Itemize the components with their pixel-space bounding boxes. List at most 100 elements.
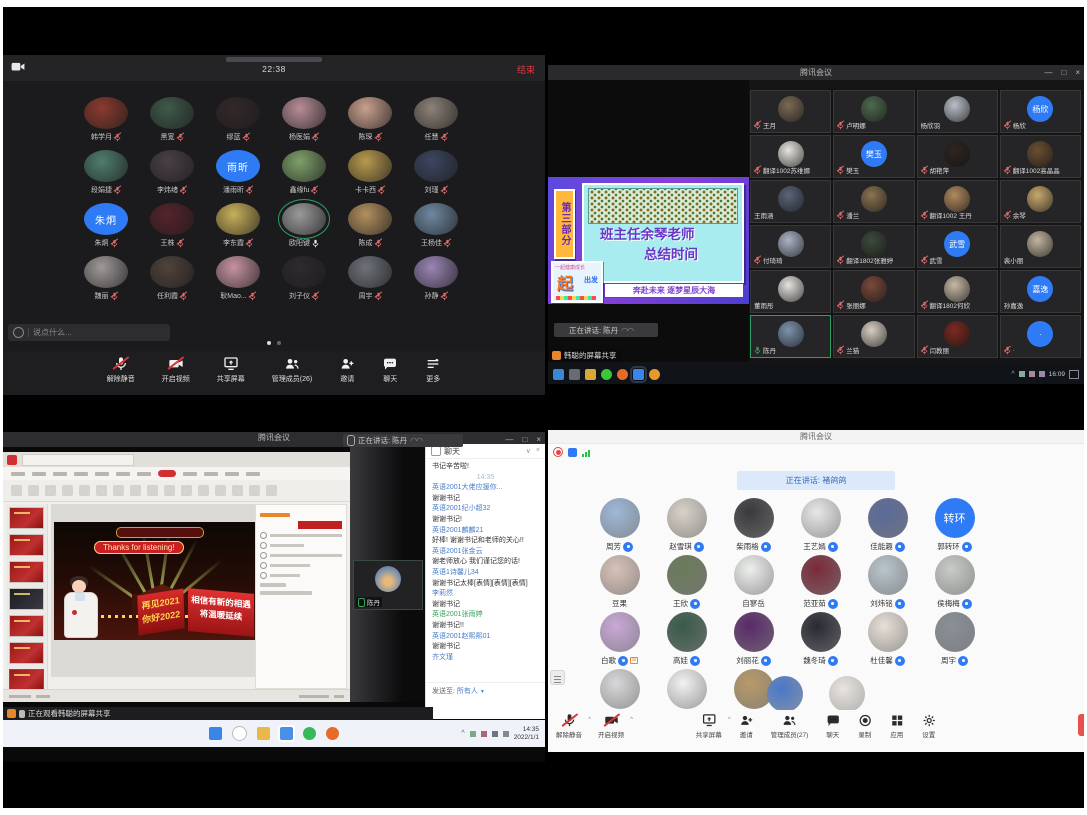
participant-cell[interactable]: 王株	[139, 201, 205, 254]
wps-tool-icon[interactable]	[181, 485, 192, 496]
toolbar-mic-button[interactable]: 解除静音	[107, 356, 135, 395]
chat-message-list[interactable]: 书记辛苦啦!14:35英语2001大佬应援你...谢谢书记英语2001纪小超32…	[426, 459, 545, 661]
system-tray[interactable]: ^ 16:09	[1011, 370, 1079, 379]
participant-tile[interactable]: 闫教丽	[917, 315, 998, 358]
tray-icon[interactable]	[470, 731, 476, 737]
participant-tile[interactable]: 樊玉樊玉	[833, 135, 914, 178]
slide-thumbnail[interactable]	[9, 588, 44, 610]
toolbar-gear-button[interactable]: 设置	[921, 713, 936, 739]
participant-tile[interactable]: 王雨涵	[750, 180, 831, 223]
slide-thumbnail[interactable]	[9, 615, 44, 637]
meeting-title-area[interactable]: 22:38	[226, 55, 322, 74]
participant-cell[interactable]: 缪蓝	[205, 95, 271, 148]
avatar[interactable]	[829, 676, 865, 712]
participant-cell[interactable]: 自寥岳	[720, 555, 787, 612]
participant-tile[interactable]: 翻译1802何欣	[917, 270, 998, 313]
video-tile[interactable]: 陈丹	[353, 560, 423, 610]
participant-cell[interactable]: 李炜绪	[139, 148, 205, 201]
participant-tile[interactable]: 翻译1002高晶晶	[1000, 135, 1081, 178]
participant-cell[interactable]: 欧阳键	[271, 201, 337, 254]
participant-tile[interactable]: 董雨彤	[750, 270, 831, 313]
caret-icon[interactable]: ^	[588, 717, 591, 723]
wps-tool-icon[interactable]	[147, 485, 158, 496]
tray-icon[interactable]	[1019, 371, 1025, 377]
participant-tile[interactable]: 翻译1802张雅婷	[833, 225, 914, 268]
participant-tile[interactable]: 嘉逸孙嘉逸	[1000, 270, 1081, 313]
caret-icon[interactable]: ^	[630, 717, 633, 723]
explorer-icon[interactable]	[257, 727, 270, 740]
participant-cell[interactable]: 段娟捷	[73, 148, 139, 201]
tray-icon[interactable]	[1029, 371, 1035, 377]
slide-thumbnail[interactable]	[9, 669, 44, 689]
wps-toolbar-row[interactable]	[3, 480, 350, 502]
wps-tool-icon[interactable]	[266, 485, 277, 496]
toolbar-apps-button[interactable]: 应用	[889, 713, 904, 739]
document-tab[interactable]	[22, 454, 134, 466]
participant-cell[interactable]: 侯梅梅	[921, 555, 988, 612]
wps-tool-icon[interactable]	[215, 485, 226, 496]
participant-tile[interactable]: 张丽娜	[833, 270, 914, 313]
wps-tool-icon[interactable]	[198, 485, 209, 496]
record-pill[interactable]	[158, 470, 176, 477]
caret-icon[interactable]: ^	[728, 717, 731, 723]
object-properties-panel[interactable]	[255, 504, 347, 689]
toolbar-members-button[interactable]: 管理成员(26)	[272, 356, 312, 395]
slide-thumbnail[interactable]	[9, 561, 44, 583]
slide-thumbnail[interactable]	[9, 534, 44, 556]
firefox-icon[interactable]	[617, 369, 628, 380]
slide-thumbnail[interactable]	[9, 507, 44, 529]
participant-cell[interactable]: 韩学月	[73, 95, 139, 148]
system-tray[interactable]: ^ 14:35 2022/1/1	[461, 726, 539, 742]
participant-tile[interactable]: 潘兰	[833, 180, 914, 223]
participant-cell[interactable]: 周宇	[921, 612, 988, 669]
toolbar-screen-button[interactable]: 共享屏幕^	[696, 713, 722, 739]
participant-tile[interactable]: 胡艳萍	[917, 135, 998, 178]
camera-icon[interactable]	[11, 61, 25, 73]
meeting-app-icon[interactable]	[280, 727, 293, 740]
participant-tile[interactable]: 余琴	[1000, 180, 1081, 223]
participant-cell[interactable]: 魏冬琦	[787, 612, 854, 669]
toolbar-members-button[interactable]: 管理成员(27)	[771, 713, 809, 739]
slide-thumbnail-panel[interactable]	[6, 504, 48, 689]
tray-chevron[interactable]: ^	[461, 730, 464, 737]
participant-cell[interactable]: 陈成	[337, 201, 403, 254]
fill-color-swatch[interactable]	[298, 521, 342, 529]
wps-tool-icon[interactable]	[28, 485, 39, 496]
wps-tool-icon[interactable]	[232, 485, 243, 496]
participant-cell[interactable]: 朱炯朱炯	[73, 201, 139, 254]
close-button[interactable]: ×	[1075, 65, 1080, 80]
participant-cell[interactable]: 黑宽	[139, 95, 205, 148]
participant-cell[interactable]: 转环郭转环	[921, 498, 988, 555]
participant-cell[interactable]: 刘丽花	[720, 612, 787, 669]
participant-cell[interactable]: 王欣	[653, 555, 720, 612]
notification-icon[interactable]	[1069, 370, 1079, 379]
participant-cell[interactable]: 李东霞	[205, 201, 271, 254]
participant-tile[interactable]: 翻译1002 王丹	[917, 180, 998, 223]
participant-cell[interactable]: 刘瑾	[403, 148, 469, 201]
participant-cell[interactable]: 耿Mao...	[205, 254, 271, 307]
wps-tool-icon[interactable]	[45, 485, 56, 496]
maximize-button[interactable]: □	[1061, 65, 1066, 80]
participant-cell[interactable]: 王杨佳	[403, 201, 469, 254]
send-target-select[interactable]: 所有人 ▼	[457, 688, 485, 695]
end-meeting-button[interactable]	[1078, 714, 1084, 736]
participant-tile[interactable]: 兰猫	[833, 315, 914, 358]
toolbar-chat-button[interactable]: 聊天	[382, 356, 398, 395]
wps-tool-icon[interactable]	[79, 485, 90, 496]
participant-tile[interactable]: 付琦琦	[750, 225, 831, 268]
emoji-icon[interactable]	[13, 327, 24, 338]
participant-cell[interactable]: 王艺嫣	[787, 498, 854, 555]
sidebar-toggle-button[interactable]	[550, 670, 565, 685]
wps-tab-bar[interactable]	[3, 452, 350, 467]
wps-tool-icon[interactable]	[130, 485, 141, 496]
participant-cell[interactable]: 豆果	[586, 555, 653, 612]
participant-tile[interactable]: 翻译1002苏维娜	[750, 135, 831, 178]
firefox-icon[interactable]	[326, 727, 339, 740]
participant-cell[interactable]: 刘子仪	[271, 254, 337, 307]
toolbar-more-button[interactable]: 更多	[425, 356, 441, 395]
window-titlebar[interactable]: 腾讯会议 — □ ×	[548, 65, 1084, 80]
search-icon[interactable]	[232, 726, 247, 741]
minimize-button[interactable]: —	[1044, 65, 1052, 80]
participant-cell[interactable]: 高娃	[653, 612, 720, 669]
toolbar-record-button[interactable]: 录制	[857, 713, 872, 739]
